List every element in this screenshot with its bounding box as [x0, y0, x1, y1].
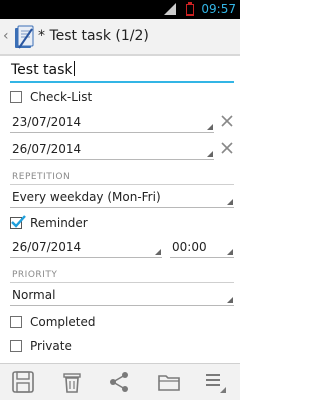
folder-icon[interactable] — [156, 369, 182, 395]
reminder-checkbox[interactable] — [10, 215, 26, 229]
up-chevron-icon[interactable]: ‹ — [3, 28, 9, 44]
section-divider — [10, 184, 234, 185]
status-bar: 09:57 — [0, 0, 240, 19]
completed-label: Completed — [30, 315, 96, 329]
menu-list-icon[interactable] — [203, 369, 229, 395]
due-date-spinner[interactable]: 26/07/2014 — [10, 138, 214, 160]
checklist-label: Check-List — [30, 90, 93, 104]
section-divider — [10, 282, 234, 283]
reminder-row[interactable]: Reminder — [10, 213, 88, 233]
priority-spinner[interactable]: Normal — [10, 284, 234, 306]
dropdown-indicator-icon — [227, 249, 233, 255]
text-caret — [73, 61, 75, 76]
start-date-spinner[interactable]: 23/07/2014 — [10, 111, 214, 133]
action-bar: ‹ * Test task (1/2) — [0, 19, 240, 56]
dropdown-indicator-icon — [227, 297, 233, 303]
dropdown-indicator-icon — [227, 199, 233, 205]
checklist-checkbox[interactable] — [10, 91, 22, 103]
app-notebook-icon[interactable] — [12, 23, 36, 51]
start-date-value: 23/07/2014 — [12, 115, 82, 129]
task-title-input[interactable]: Test task — [10, 59, 234, 83]
private-row[interactable]: Private — [10, 336, 72, 356]
clear-due-date-icon[interactable] — [218, 139, 236, 157]
save-icon[interactable] — [10, 369, 36, 395]
page-title: * Test task (1/2) — [38, 28, 149, 44]
status-time: 09:57 — [201, 2, 236, 16]
due-date-value: 26/07/2014 — [12, 142, 82, 156]
reminder-date-spinner[interactable]: 26/07/2014 — [10, 236, 162, 258]
signal-3g-icon — [164, 3, 176, 15]
completed-row[interactable]: Completed — [10, 312, 95, 332]
reminder-time-value: 00:00 — [172, 240, 207, 254]
reminder-label: Reminder — [30, 216, 88, 230]
battery-icon — [186, 2, 194, 16]
checkmark-icon — [11, 215, 26, 228]
bottom-action-bar — [0, 363, 240, 400]
trash-icon[interactable] — [59, 369, 85, 395]
repetition-value: Every weekday (Mon-Fri) — [12, 190, 161, 204]
completed-checkbox[interactable] — [10, 316, 22, 328]
task-title-value: Test task — [11, 62, 73, 78]
reminder-date-value: 26/07/2014 — [12, 240, 82, 254]
checklist-row[interactable]: Check-List — [10, 87, 92, 107]
priority-value: Normal — [12, 288, 56, 302]
reminder-time-spinner[interactable]: 00:00 — [170, 236, 234, 258]
dropdown-indicator-icon — [207, 124, 213, 130]
priority-section-label: PRIORITY — [12, 270, 58, 280]
private-checkbox[interactable] — [10, 340, 22, 352]
repetition-spinner[interactable]: Every weekday (Mon-Fri) — [10, 186, 234, 208]
clear-start-date-icon[interactable] — [218, 112, 236, 130]
private-label: Private — [30, 339, 72, 353]
dropdown-indicator-icon — [207, 151, 213, 157]
dropdown-indicator-icon — [155, 249, 161, 255]
share-icon[interactable] — [106, 369, 132, 395]
repetition-section-label: REPETITION — [12, 172, 71, 182]
